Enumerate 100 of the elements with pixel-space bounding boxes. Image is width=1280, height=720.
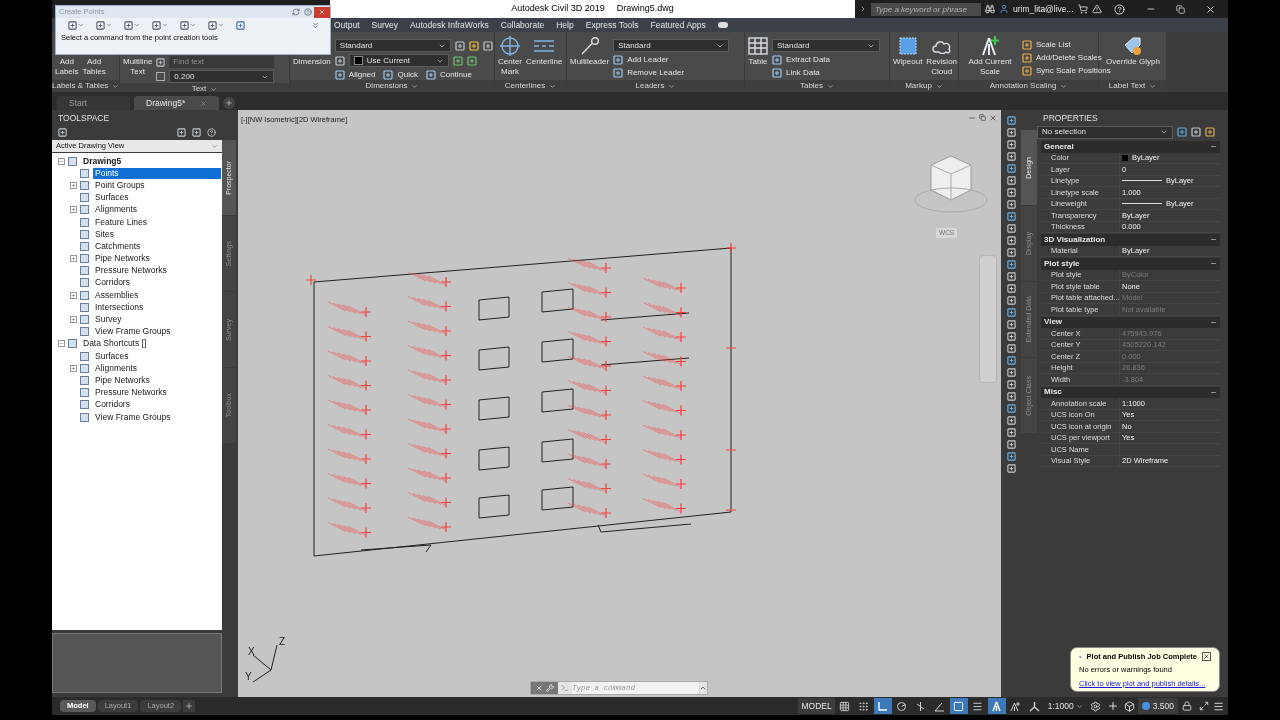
tool-icon[interactable] bbox=[1006, 392, 1016, 401]
expand-icon[interactable] bbox=[70, 255, 77, 263]
ribbon-button[interactable]: Table bbox=[748, 57, 768, 67]
dimension-tool-icon[interactable] bbox=[466, 55, 477, 66]
tool-icon[interactable] bbox=[1006, 188, 1016, 197]
tree-item[interactable]: Data Shortcuts [] bbox=[81, 338, 149, 350]
tool-icon[interactable] bbox=[1006, 356, 1016, 365]
point-tool-icon[interactable] bbox=[68, 20, 77, 30]
ribbon-button[interactable]: Wipeout bbox=[893, 57, 923, 67]
search-field[interactable]: Type a keyword or phrase bbox=[871, 2, 981, 16]
caret-icon[interactable] bbox=[859, 5, 867, 13]
caret-icon[interactable] bbox=[411, 82, 419, 90]
collapse-icon[interactable] bbox=[58, 157, 65, 165]
tool-icon[interactable] bbox=[1006, 152, 1016, 161]
select-objects-icon[interactable] bbox=[1177, 127, 1187, 137]
ribbon-tab[interactable]: Output bbox=[334, 18, 360, 32]
tool-icon[interactable] bbox=[1006, 404, 1016, 413]
tree-item[interactable]: Alignments bbox=[93, 362, 140, 374]
restore-icon[interactable] bbox=[1176, 4, 1185, 14]
caret-icon[interactable] bbox=[699, 684, 707, 692]
point-tool-icon[interactable] bbox=[152, 20, 161, 30]
tool-button[interactable]: Aligned bbox=[348, 69, 376, 80]
caret-icon[interactable] bbox=[1060, 82, 1068, 90]
tree-item[interactable]: Pressure Networks bbox=[93, 387, 169, 399]
ribbon-tab[interactable]: Survey bbox=[371, 18, 398, 32]
ribbon-button[interactable]: Revision Cloud bbox=[926, 57, 958, 77]
tree-item[interactable]: Pressure Networks bbox=[93, 265, 169, 277]
point-tool-icon[interactable] bbox=[124, 20, 133, 30]
close-button[interactable] bbox=[1202, 652, 1211, 662]
caret-icon[interactable] bbox=[668, 82, 676, 90]
toolspace-icon[interactable] bbox=[192, 127, 201, 137]
tool-icon[interactable] bbox=[1006, 212, 1016, 221]
caret-icon[interactable] bbox=[935, 82, 943, 90]
wrench-icon[interactable] bbox=[546, 684, 554, 692]
caret-icon[interactable] bbox=[1149, 82, 1157, 90]
tool-icon[interactable] bbox=[1006, 140, 1016, 149]
ribbon-button[interactable]: Override Glyph bbox=[1102, 57, 1164, 67]
tool-button[interactable]: Link Data bbox=[786, 67, 820, 78]
ribbon-button[interactable]: Add Labels bbox=[55, 57, 79, 77]
caret-icon[interactable] bbox=[112, 82, 119, 90]
caret-icon[interactable] bbox=[549, 82, 557, 90]
tool-icon[interactable] bbox=[1006, 380, 1016, 389]
tree-item[interactable]: Survey bbox=[93, 314, 124, 326]
ribbon-tab[interactable]: Express Tools bbox=[585, 18, 639, 32]
expand-icon[interactable] bbox=[70, 291, 77, 299]
tree-item[interactable]: Point Groups bbox=[93, 179, 147, 191]
point-tool-icon[interactable] bbox=[96, 20, 105, 30]
tool-button[interactable]: Extract Data bbox=[786, 54, 830, 65]
ribbon-button[interactable]: Multileader bbox=[570, 57, 610, 67]
point-tool-icon[interactable] bbox=[208, 20, 217, 30]
binoculars-icon[interactable] bbox=[985, 4, 995, 14]
settings-icon[interactable] bbox=[1089, 700, 1101, 712]
tree-item[interactable]: Intersections bbox=[93, 301, 146, 313]
tree-item[interactable]: Catchments bbox=[93, 240, 143, 252]
tool-icon[interactable] bbox=[1006, 296, 1016, 305]
elevation-button[interactable]: 3.500 bbox=[1137, 698, 1178, 714]
annotation-scale-dropdown[interactable]: 1:1000 bbox=[1044, 698, 1086, 714]
tool-button[interactable]: Scale List bbox=[1036, 39, 1071, 50]
close-icon[interactable] bbox=[1205, 3, 1216, 15]
dimension-tool-icon[interactable] bbox=[482, 40, 493, 51]
document-tab[interactable]: Start bbox=[57, 96, 130, 110]
tree-item[interactable]: View Frame Groups bbox=[93, 411, 173, 423]
menu-icon[interactable] bbox=[1213, 700, 1224, 712]
refresh-icon[interactable] bbox=[292, 8, 300, 16]
osnap-toggle[interactable] bbox=[949, 698, 968, 714]
tree-item[interactable]: Surfaces bbox=[93, 350, 131, 362]
ribbon-button[interactable]: Centerline bbox=[526, 57, 563, 67]
expand-icon[interactable] bbox=[70, 181, 77, 189]
expand-icon[interactable] bbox=[311, 20, 320, 30]
tool-button[interactable]: Quick bbox=[397, 69, 418, 80]
ribbon-tab[interactable]: Help bbox=[556, 18, 574, 32]
tree-item[interactable]: Drawing5 bbox=[81, 155, 124, 167]
tree-item[interactable]: Pipe Networks bbox=[93, 374, 152, 386]
dimension-tool-icon[interactable] bbox=[454, 40, 465, 51]
new-tab-button[interactable] bbox=[223, 97, 235, 109]
lock-icon[interactable] bbox=[1182, 701, 1192, 711]
tool-button[interactable]: Continue bbox=[439, 69, 472, 80]
tool-icon[interactable] bbox=[1006, 416, 1016, 425]
tool-button[interactable]: Sync Scale Positions bbox=[1036, 65, 1111, 76]
tool-icon[interactable] bbox=[1006, 116, 1016, 125]
close-button[interactable] bbox=[314, 6, 330, 18]
tree-item[interactable]: Surfaces bbox=[93, 192, 131, 204]
tool-icon[interactable] bbox=[1006, 464, 1016, 473]
tool-icon[interactable] bbox=[1006, 368, 1016, 377]
tool-icon[interactable] bbox=[1006, 248, 1016, 257]
tree-item[interactable]: Pipe Networks bbox=[93, 253, 152, 265]
user-name[interactable]: urim_lita@live... bbox=[1013, 2, 1074, 16]
tree-item[interactable]: View Frame Groups bbox=[93, 326, 173, 338]
ribbon-button[interactable]: Center Mark bbox=[498, 57, 522, 77]
panel-title[interactable]: Text bbox=[191, 83, 207, 95]
toolspace-icon[interactable] bbox=[58, 127, 67, 137]
tool-icon[interactable] bbox=[1006, 224, 1016, 233]
text-height-dropdown[interactable]: 0.200 bbox=[169, 70, 275, 83]
document-tab[interactable]: Drawing5* bbox=[134, 96, 219, 110]
caret-icon[interactable] bbox=[827, 82, 835, 90]
tree-item[interactable]: Assemblies bbox=[93, 289, 141, 301]
new-layout-button[interactable] bbox=[183, 700, 196, 712]
tool-icon[interactable] bbox=[1006, 176, 1016, 185]
tree-item[interactable]: Points bbox=[93, 167, 221, 179]
model-button[interactable]: MODEL bbox=[798, 698, 835, 714]
